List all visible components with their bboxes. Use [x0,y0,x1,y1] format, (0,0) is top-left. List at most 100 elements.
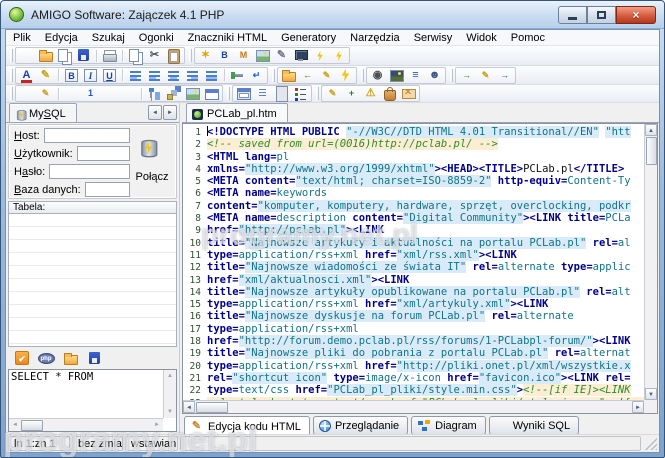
code-line[interactable]: 20type=application/rss+xml href="http://… [183,360,644,372]
sql-editor[interactable]: SELECT * FROM ▲ ▼ ◄ ► [8,369,177,432]
code-text[interactable]: 1<!DOCTYPE HTML PUBLIC "-//W3C//DTD HTML… [183,124,644,400]
new-file-button[interactable] [17,48,36,63]
tab-scroll-right-button[interactable]: ► [163,105,177,120]
code-line[interactable]: 17type=application/rss+xml [183,323,644,335]
vertical-scrollbar-thumb[interactable] [646,137,657,165]
menu-item-6[interactable]: Narzędzia [343,31,407,45]
menu-item-2[interactable]: Szukaj [85,31,132,45]
align-left-button[interactable] [145,68,164,83]
open-file-button[interactable] [36,48,55,63]
insert-person-button[interactable]: ☻ [425,68,444,83]
code-line[interactable]: 4xmlns="http://www.w3.org/1999/xhtml"><H… [183,163,644,175]
scroll-right-icon[interactable]: ► [632,401,644,413]
connect-button[interactable]: Połącz [130,137,174,183]
menu-item-0[interactable]: Plik [6,31,38,45]
code-line[interactable]: 12title="Najnowsze wiadomości ze świata … [183,261,644,273]
script-js-button[interactable] [329,48,348,63]
code-edit-button[interactable]: ✎ [323,86,342,101]
doc-edit-button[interactable]: ✎ [317,68,336,83]
form-field-button[interactable] [234,86,253,101]
sql-horizontal-scrollbar[interactable]: ◄ ► [9,418,163,431]
justify-button[interactable] [202,68,221,83]
table-list-header[interactable]: Tabela: [8,201,177,214]
validate-button[interactable]: ⚠ [361,86,380,101]
sql-save-button[interactable] [82,351,106,366]
menu-item-5[interactable]: Generatory [274,31,343,45]
code-line[interactable]: 3<HTML lang=pl [183,151,644,163]
scroll-left-icon[interactable]: ◄ [183,401,195,413]
title-bar[interactable]: AMIGO Software: Zajączek 4.1 PHP × [1,1,664,29]
browser-window-button[interactable] [202,86,221,101]
align-right-button[interactable] [183,68,202,83]
code-line[interactable]: 11type=application/rss+xml href="xml/rss… [183,249,644,261]
table-rows-button[interactable] [119,86,138,101]
horizontal-scrollbar-thumb[interactable] [196,402,228,413]
table-list[interactable] [8,214,177,347]
code-line[interactable]: 7content="komputer, komputery, hardware,… [183,200,644,212]
insert-table-button[interactable] [17,86,36,101]
code-line[interactable]: 9href="http://pclab.pl"><LINK [183,224,644,236]
insert-cd-button[interactable]: ◉ [368,68,387,83]
editor-horizontal-scrollbar[interactable]: ◄ ► [183,400,644,413]
table-grid-button[interactable] [62,86,81,101]
tab-diagram[interactable]: Diagram [411,416,486,435]
insert-picture-button[interactable] [387,68,406,83]
scroll-up-icon[interactable]: ▲ [645,124,657,136]
maximize-button[interactable] [587,6,616,24]
indent-button[interactable] [126,68,145,83]
sql-open-button[interactable] [58,351,82,366]
site-steps-button[interactable] [164,86,183,101]
page-edit-button[interactable]: ✎ [476,68,495,83]
uzytkownik-field[interactable] [77,146,130,161]
code-line[interactable]: 1<!DOCTYPE HTML PUBLIC "-//W3C//DTD HTML… [183,126,644,138]
tab-mysql[interactable]: MySQL [9,103,77,122]
doc-meta-button[interactable]: M [234,48,253,63]
script-php-button[interactable] [310,48,329,63]
form-list-button[interactable] [291,86,310,101]
scroll-right-icon[interactable]: ► [151,419,163,431]
clean-code-button[interactable]: ✶ [196,48,215,63]
code-line[interactable]: 18href="http://forum.demo.pclab.pl/rss/f… [183,335,644,347]
baza-danych-field[interactable] [85,182,130,197]
tab-pclab-file[interactable]: PCLab_pl.htm [186,103,288,122]
edit-table-button[interactable]: ✎ [36,86,55,101]
scroll-left-icon[interactable]: ◄ [9,419,21,431]
page-new-button[interactable]: + [342,86,361,101]
align-center-button[interactable] [164,68,183,83]
sql-scrollbar-thumb[interactable] [21,420,43,431]
table-cells-button[interactable] [100,86,119,101]
page-import-button[interactable]: → [457,68,476,83]
sql-execute-button[interactable]: ✔ [10,351,34,366]
tab-sql-results[interactable]: Wyniki SQL [489,416,579,435]
bag-button[interactable] [380,86,399,101]
code-line[interactable]: 13href="xml/aktualnosci.xml"><LINK [183,274,644,286]
resize-grip[interactable] [645,438,657,450]
code-editor[interactable]: 1<!DOCTYPE HTML PUBLIC "-//W3C//DTD HTML… [182,123,658,414]
sql-vertical-scrollbar[interactable]: ▲ ▼ [163,370,176,418]
doc-import-button[interactable]: ← [298,68,317,83]
scroll-down-icon[interactable]: ▼ [164,406,176,418]
scroll-up-icon[interactable]: ▲ [164,370,176,382]
form-copy-button[interactable] [272,86,291,101]
code-line[interactable]: 2<!-- saved from url=(0016)http://pclab.… [183,138,644,150]
drawing-button[interactable]: ✎ [272,48,291,63]
tab-scroll-left-button[interactable]: ◄ [148,105,162,120]
sql-php-button[interactable]: php [34,351,58,366]
italic-button[interactable]: I [81,68,100,83]
code-line[interactable]: 15type=application/rss+xml href="xml/art… [183,298,644,310]
code-line[interactable]: 6<META name=keywords [183,187,644,199]
multimedia-button[interactable] [291,48,310,63]
copy-button[interactable] [126,48,145,63]
insert-lines-button[interactable]: ≡ [406,68,425,83]
insert-calendar-button[interactable]: 1 [81,86,100,101]
code-line[interactable]: 21rel="shortcut icon" type=image/x-icon … [183,372,644,384]
editor-vertical-scrollbar[interactable]: ▲ ▼ [644,124,657,400]
site-tree-button[interactable] [145,86,164,101]
paste-button[interactable] [164,48,183,63]
code-line[interactable]: 10title="Najnowsze artykuły i aktualnośc… [183,237,644,249]
font-color-button[interactable]: A [17,68,36,83]
code-line[interactable]: 16title="Najnowsze dyskusje na forum PCL… [183,310,644,322]
page-export-button[interactable]: → [495,68,514,83]
sql-query-text[interactable]: SELECT * FROM [11,371,162,417]
code-line[interactable]: 22type=text/css href="PCLab_pl_pliki/sty… [183,384,644,396]
